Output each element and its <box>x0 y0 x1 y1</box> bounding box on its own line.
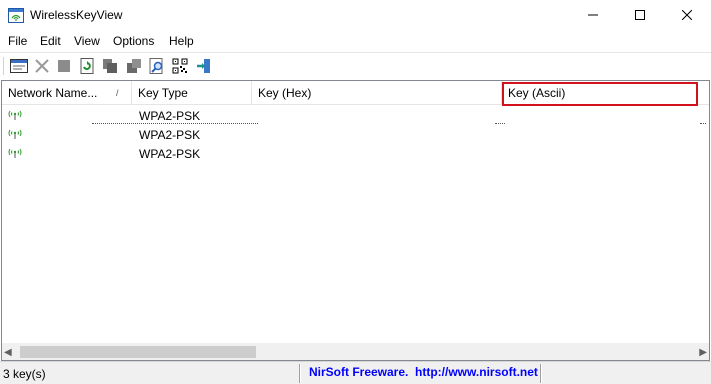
qr-code-icon <box>172 58 188 74</box>
wireless-network-icon <box>7 128 23 140</box>
column-label-network-name: Network Name... <box>8 86 98 100</box>
toolbar <box>0 52 711 78</box>
wifi-app-icon <box>8 8 24 23</box>
delete-icon <box>35 59 49 73</box>
status-bar: 3 key(s) NirSoft Freeware. http://www.ni… <box>0 361 711 384</box>
horizontal-scrollbar[interactable]: ◀ ▶ <box>2 343 709 360</box>
focus-rect-line <box>700 123 706 124</box>
focus-rect-line <box>92 123 258 124</box>
wireless-network-icon <box>7 147 23 159</box>
window-title: WirelessKeyView <box>30 8 123 22</box>
table-row[interactable]: WPA2-PSK <box>2 106 709 125</box>
sort-indicator: / <box>116 88 119 98</box>
export-button[interactable] <box>124 56 144 76</box>
stop-button[interactable] <box>54 56 74 76</box>
properties-icon <box>10 59 28 73</box>
scroll-right-arrow-icon[interactable]: ▶ <box>699 347 707 358</box>
qr-code-button[interactable] <box>170 56 190 76</box>
minimize-icon <box>588 14 598 16</box>
menu-bar: File Edit View Options Help <box>0 31 711 51</box>
column-header-network-name[interactable]: Network Name... / <box>2 81 132 105</box>
column-header-key-type[interactable]: Key Type <box>132 81 252 105</box>
focus-rect-line <box>495 123 505 124</box>
list-header: Network Name... / Key Type Key (Hex) Key… <box>2 81 709 105</box>
wireless-network-icon <box>7 109 23 121</box>
cell-key-type: WPA2-PSK <box>139 147 201 161</box>
scroll-left-arrow-icon[interactable]: ◀ <box>4 347 12 358</box>
maximize-button[interactable] <box>617 0 663 30</box>
table-row[interactable]: WPA2-PSK <box>2 125 709 144</box>
close-button[interactable] <box>664 0 710 30</box>
exit-icon <box>197 59 210 73</box>
maximize-icon <box>635 10 645 20</box>
menu-edit[interactable]: Edit <box>40 34 61 48</box>
close-icon <box>682 10 692 20</box>
delete-button[interactable] <box>32 56 52 76</box>
cell-key-type: WPA2-PSK <box>139 109 201 123</box>
stop-icon <box>58 60 70 72</box>
scrollbar-thumb[interactable] <box>20 346 256 358</box>
column-label-key-hex: Key (Hex) <box>258 86 312 100</box>
menu-file[interactable]: File <box>8 34 27 48</box>
status-divider <box>299 364 301 383</box>
toolbar-grip <box>3 57 5 75</box>
export-icon <box>127 59 141 73</box>
properties-button[interactable] <box>9 56 29 76</box>
column-header-key-hex[interactable]: Key (Hex) <box>252 81 502 105</box>
column-header-key-ascii[interactable]: Key (Ascii) <box>502 81 698 105</box>
cell-key-type: WPA2-PSK <box>139 128 201 142</box>
minimize-button[interactable] <box>570 0 616 30</box>
table-row[interactable]: WPA2-PSK <box>2 144 709 163</box>
menu-help[interactable]: Help <box>169 34 194 48</box>
nirsoft-link[interactable]: NirSoft Freeware. http://www.nirsoft.net <box>309 365 538 379</box>
status-key-count: 3 key(s) <box>3 367 46 381</box>
title-bar: WirelessKeyView <box>0 0 711 31</box>
copy-button[interactable] <box>100 56 120 76</box>
keys-list[interactable]: Network Name... / Key Type Key (Hex) Key… <box>1 80 710 361</box>
menu-view[interactable]: View <box>74 34 100 48</box>
menu-options[interactable]: Options <box>113 34 154 48</box>
find-icon <box>149 58 163 74</box>
column-label-key-type: Key Type <box>138 86 188 100</box>
exit-button[interactable] <box>194 56 214 76</box>
refresh-button[interactable] <box>77 56 97 76</box>
column-label-key-ascii: Key (Ascii) <box>508 86 566 100</box>
copy-icon <box>103 59 117 73</box>
refresh-icon <box>80 58 94 74</box>
find-button[interactable] <box>147 56 167 76</box>
status-divider <box>540 364 542 383</box>
